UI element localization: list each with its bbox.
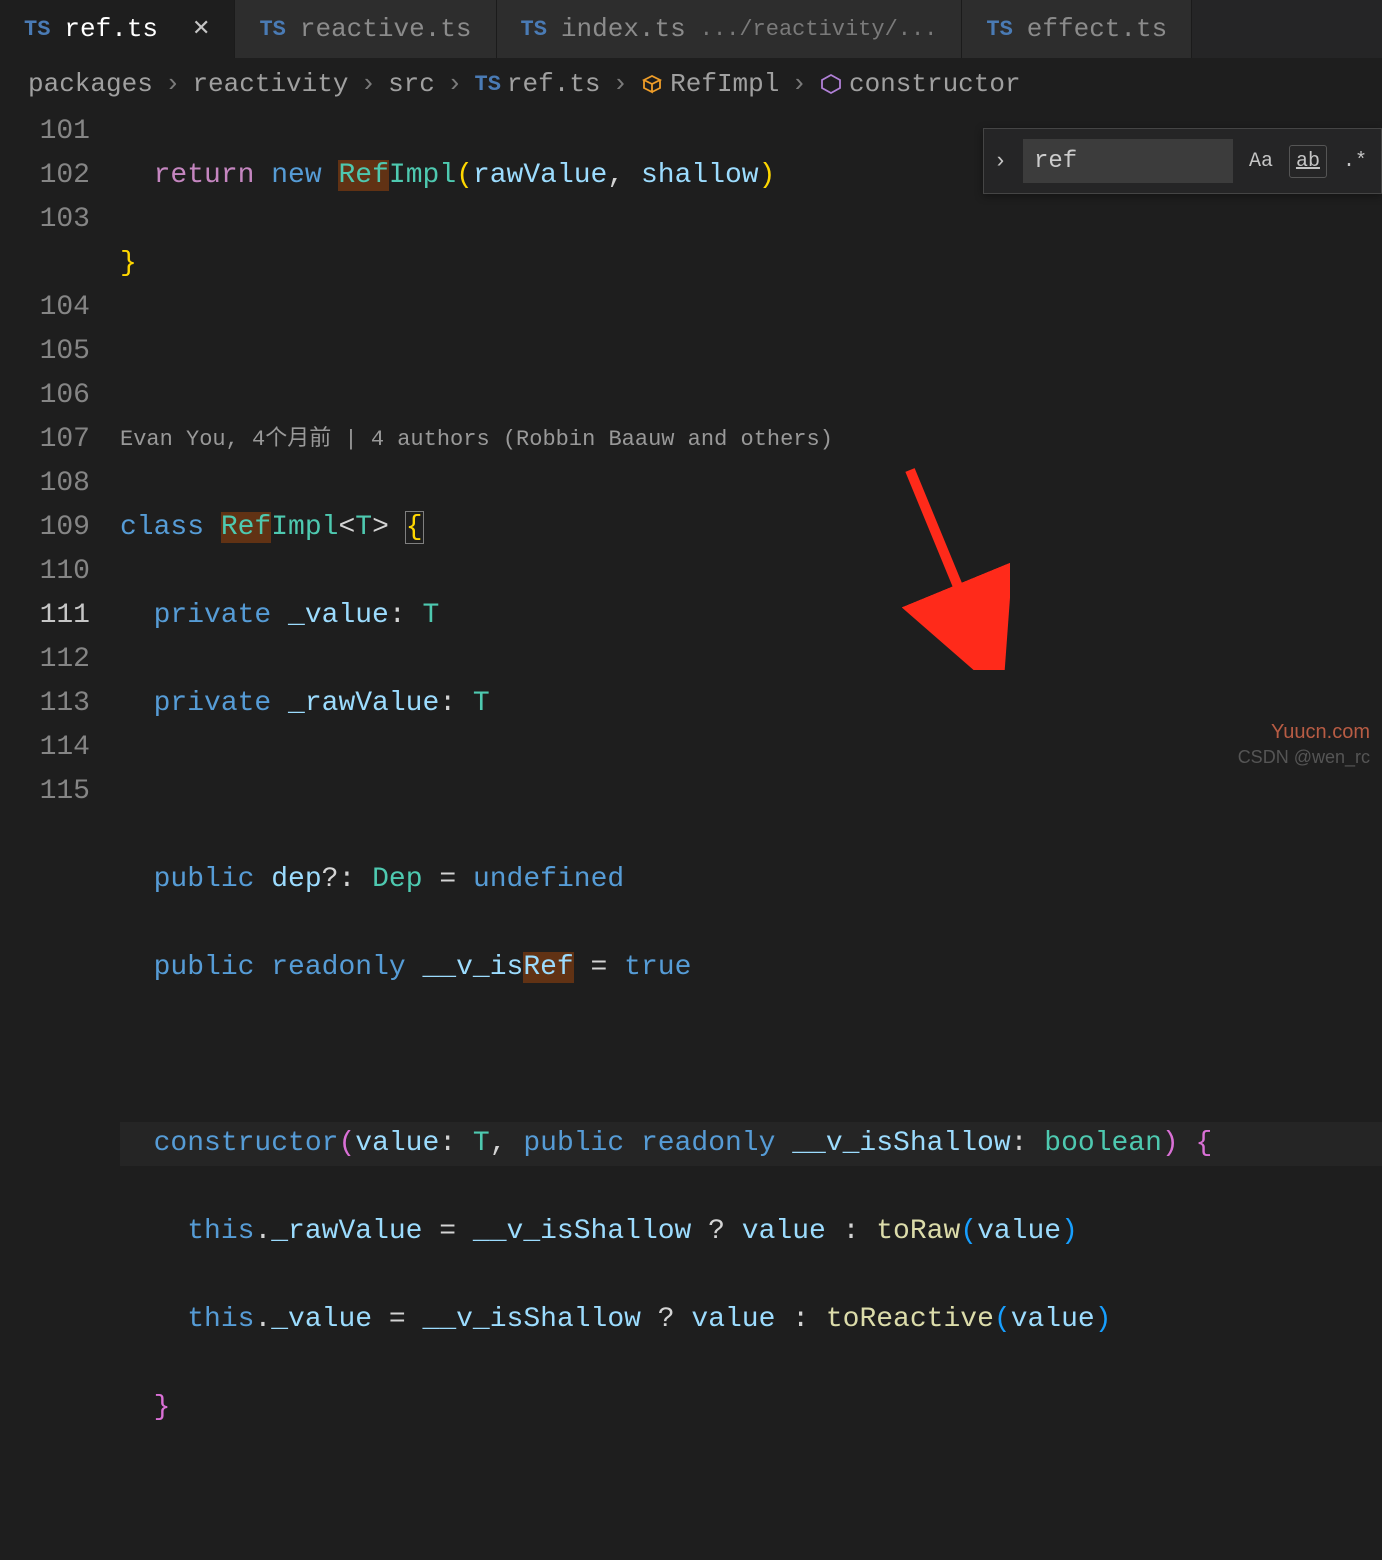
line-number: 113: [0, 682, 90, 726]
tab-label: reactive.ts: [300, 14, 472, 44]
close-icon[interactable]: ✕: [192, 16, 210, 42]
crumb-member[interactable]: constructor: [849, 69, 1021, 99]
chevron-right-icon: ›: [447, 69, 463, 99]
line-number: 110: [0, 550, 90, 594]
code-line[interactable]: this._value = __v_isShallow ? value : to…: [120, 1298, 1382, 1342]
code-line[interactable]: }: [120, 1386, 1382, 1430]
tab-label: effect.ts: [1027, 14, 1167, 44]
code-line[interactable]: private _value: T: [120, 594, 1382, 638]
code-line[interactable]: class RefImpl<T> {: [120, 506, 1382, 550]
codelens-authors[interactable]: Evan You, 4个月前 | 4 authors (Robbin Baauw…: [120, 418, 1382, 462]
line-number: 107: [0, 418, 90, 462]
line-number: 111: [0, 594, 90, 638]
tab-label: index.ts: [561, 14, 686, 44]
line-number: 101: [0, 110, 90, 154]
line-number: 104: [0, 286, 90, 330]
line-number: 115: [0, 770, 90, 814]
whole-word-toggle[interactable]: ab: [1289, 145, 1327, 178]
crumb-file[interactable]: ref.ts: [507, 69, 601, 99]
code-line[interactable]: [120, 330, 1382, 374]
breadcrumb[interactable]: packages › reactivity › src › TS ref.ts …: [0, 58, 1382, 110]
chevron-right-icon[interactable]: ›: [988, 143, 1013, 180]
match-case-toggle[interactable]: Aa: [1243, 146, 1279, 177]
tab-index-ts[interactable]: TS index.ts .../reactivity/...: [497, 0, 963, 58]
line-number: 103: [0, 198, 90, 242]
crumb-src[interactable]: src: [388, 69, 435, 99]
line-gutter: 101 102 103 104 105 106 107 108 109 110 …: [0, 110, 120, 1560]
code-line[interactable]: [120, 1034, 1382, 1078]
crumb-reactivity[interactable]: reactivity: [192, 69, 348, 99]
code-line[interactable]: this._rawValue = __v_isShallow ? value :…: [120, 1210, 1382, 1254]
line-number: 105: [0, 330, 90, 374]
crumb-packages[interactable]: packages: [28, 69, 153, 99]
crumb-class[interactable]: RefImpl: [670, 69, 779, 99]
chevron-right-icon: ›: [360, 69, 376, 99]
code-editor[interactable]: 101 102 103 104 105 106 107 108 109 110 …: [0, 110, 1382, 1560]
code-line[interactable]: }: [120, 242, 1382, 286]
line-number: 109: [0, 506, 90, 550]
class-icon: [640, 72, 664, 96]
chevron-right-icon: ›: [791, 69, 807, 99]
method-icon: [819, 72, 843, 96]
tab-label: ref.ts: [64, 14, 158, 44]
line-number: 106: [0, 374, 90, 418]
find-widget[interactable]: › Aa ab .*: [983, 128, 1382, 194]
typescript-icon: TS: [521, 17, 547, 42]
line-number: 102: [0, 154, 90, 198]
code-content[interactable]: return new RefImpl(rawValue, shallow) } …: [120, 110, 1382, 1560]
typescript-icon: TS: [475, 72, 501, 97]
tab-path: .../reactivity/...: [700, 17, 938, 42]
code-line[interactable]: private _rawValue: T: [120, 682, 1382, 726]
typescript-icon: TS: [259, 17, 285, 42]
tab-ref-ts[interactable]: TS ref.ts ✕: [0, 0, 235, 58]
line-number: 114: [0, 726, 90, 770]
watermark-site: Yuucn.com: [1271, 721, 1370, 744]
line-number: 108: [0, 462, 90, 506]
typescript-icon: TS: [24, 17, 50, 42]
typescript-icon: TS: [986, 17, 1012, 42]
search-input[interactable]: [1023, 139, 1233, 183]
code-line[interactable]: [120, 1474, 1382, 1518]
code-line[interactable]: public dep?: Dep = undefined: [120, 858, 1382, 902]
editor-tabs: TS ref.ts ✕ TS reactive.ts TS index.ts .…: [0, 0, 1382, 58]
code-line[interactable]: [120, 770, 1382, 814]
chevron-right-icon: ›: [165, 69, 181, 99]
line-number: 112: [0, 638, 90, 682]
tab-effect-ts[interactable]: TS effect.ts: [962, 0, 1192, 58]
code-line[interactable]: public readonly __v_isRef = true: [120, 946, 1382, 990]
code-line[interactable]: constructor(value: T, public readonly __…: [120, 1122, 1382, 1166]
tab-reactive-ts[interactable]: TS reactive.ts: [235, 0, 496, 58]
regex-toggle[interactable]: .*: [1337, 146, 1373, 177]
chevron-right-icon: ›: [613, 69, 629, 99]
watermark-author: CSDN @wen_rc: [1238, 747, 1370, 768]
